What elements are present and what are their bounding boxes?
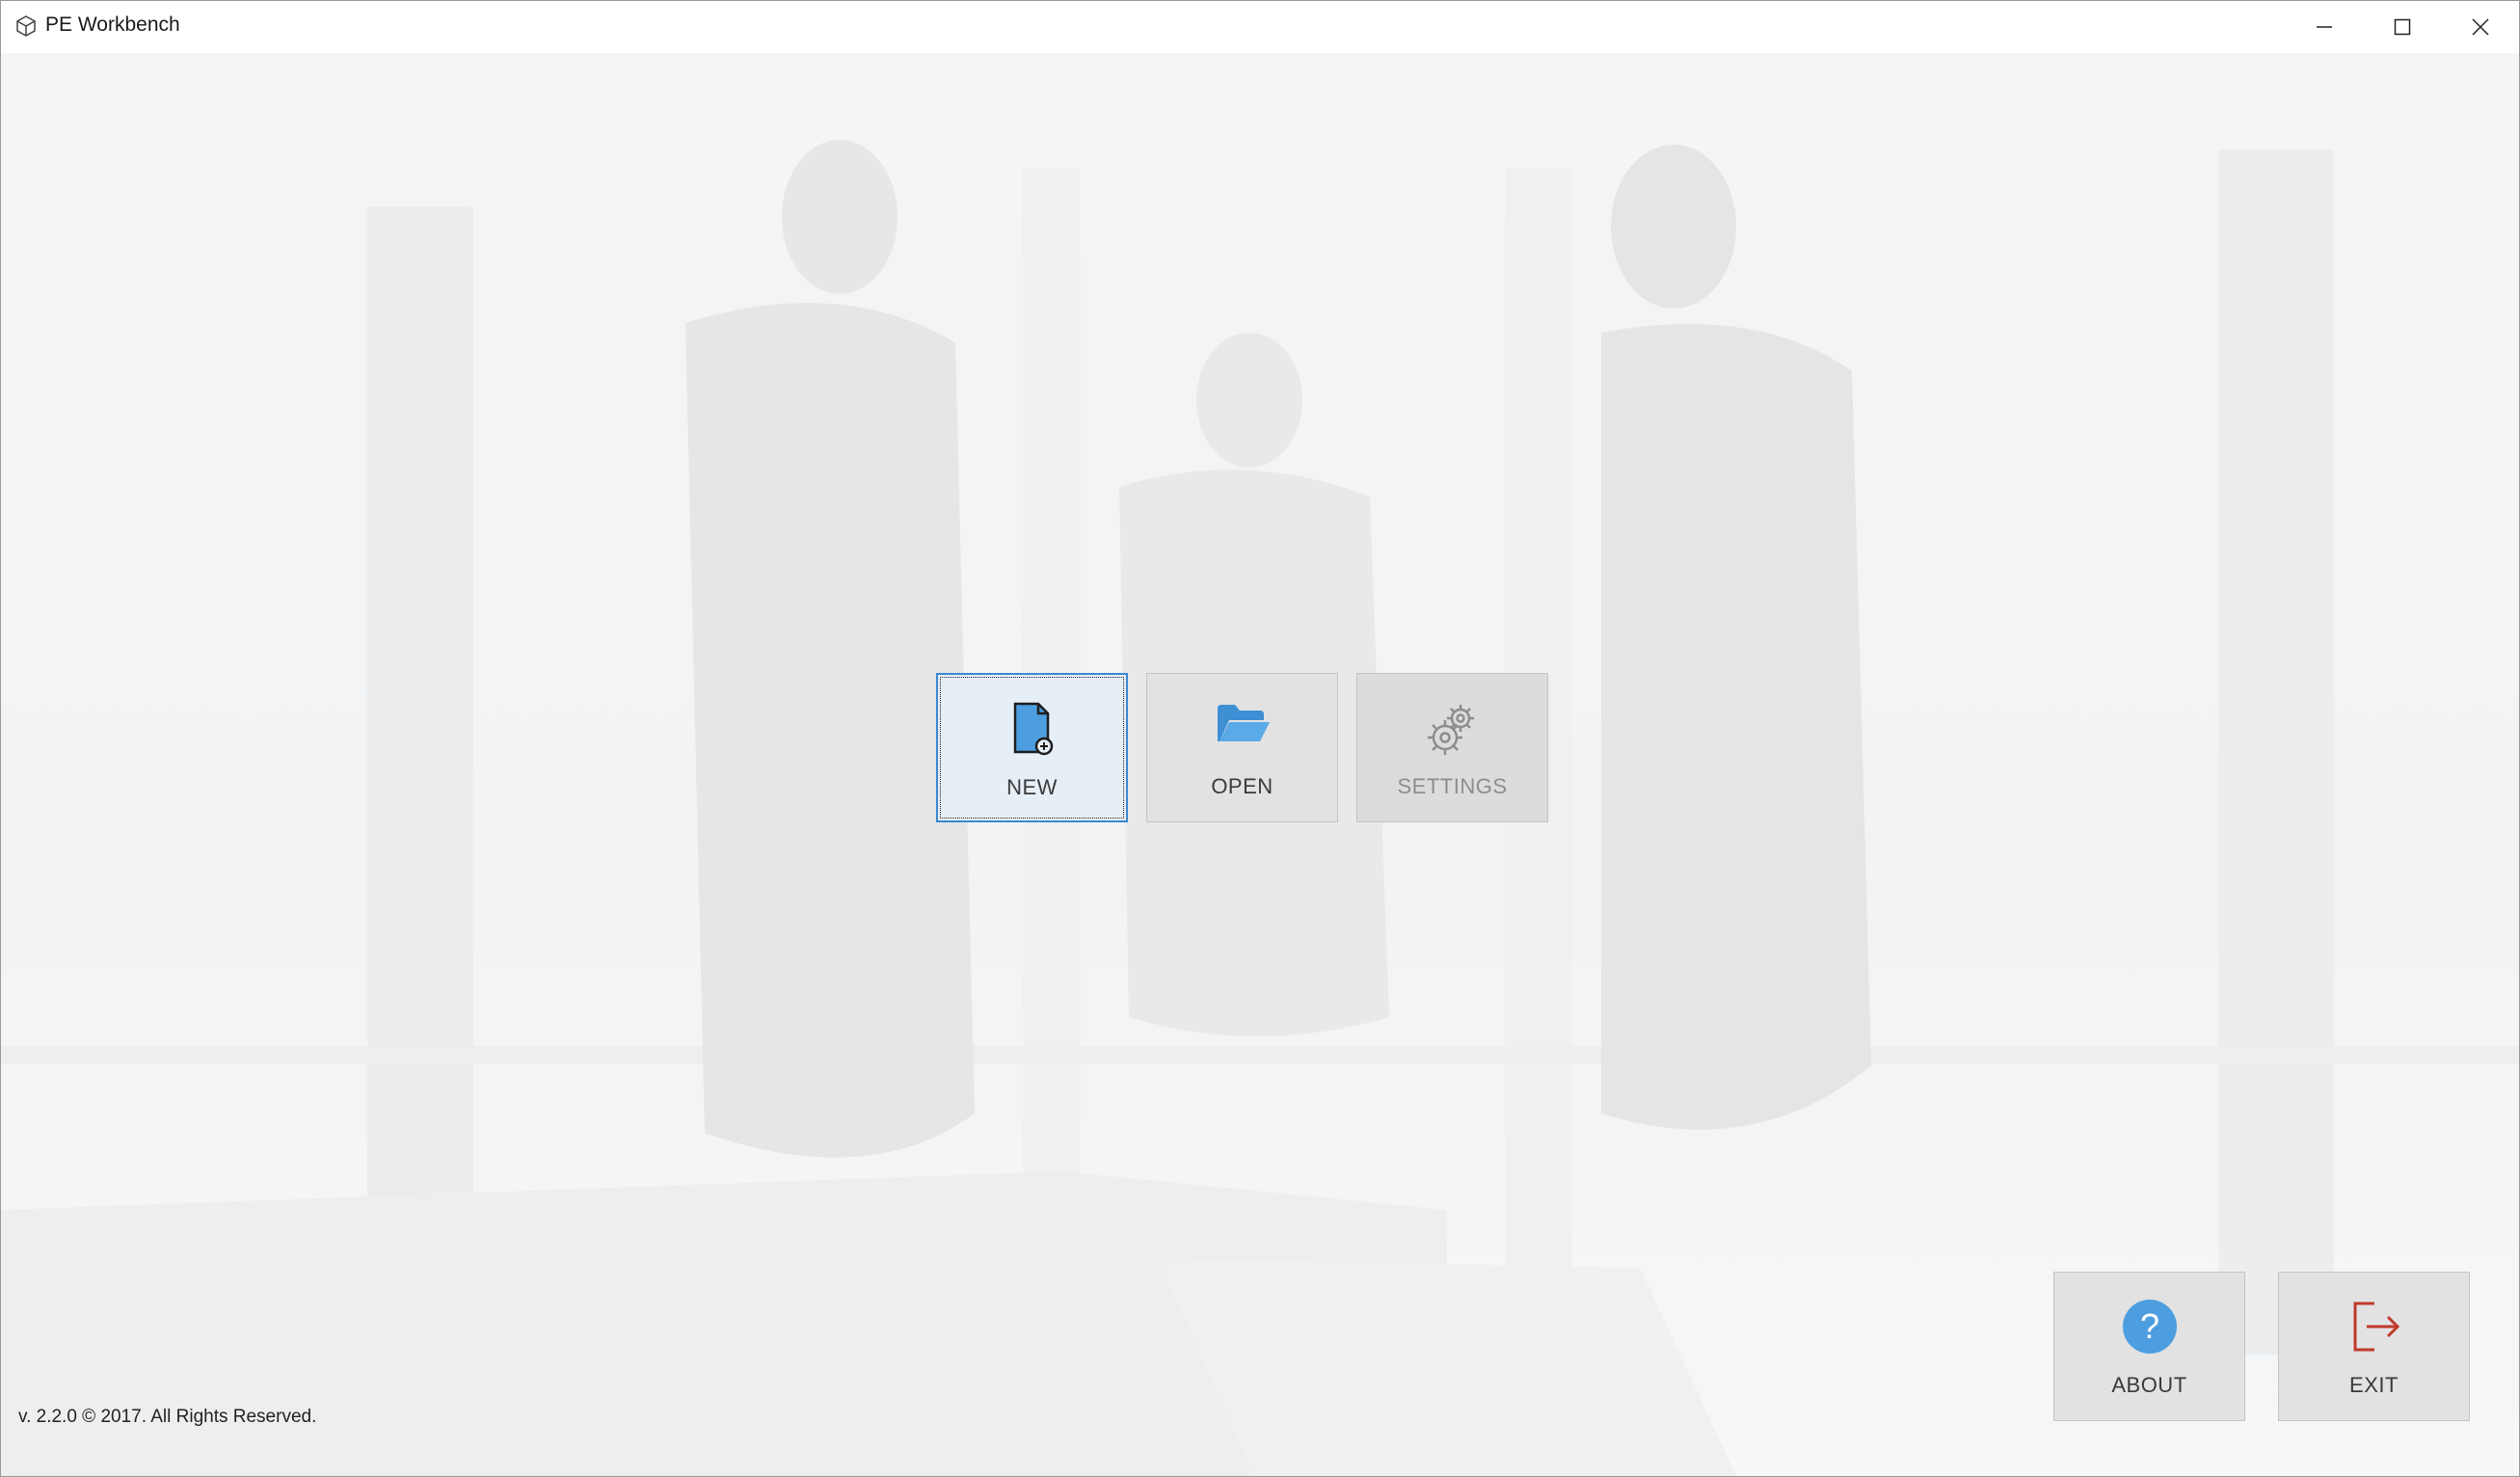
exit-icon bbox=[2353, 1302, 2399, 1352]
window-title: PE Workbench bbox=[45, 13, 180, 36]
minimize-icon bbox=[2317, 26, 2332, 28]
minimize-button[interactable] bbox=[2286, 1, 2363, 53]
new-button-label: NEW bbox=[1006, 775, 1058, 799]
version-text: v. 2.2.0 © 2017. All Rights Reserved. bbox=[18, 1407, 317, 1427]
cube-icon bbox=[14, 14, 38, 38]
open-button[interactable]: OPEN bbox=[1146, 673, 1338, 822]
settings-button-label: SETTINGS bbox=[1397, 774, 1508, 798]
new-button[interactable]: NEW bbox=[936, 673, 1128, 822]
settings-button[interactable]: SETTINGS bbox=[1356, 673, 1548, 822]
new-document-icon bbox=[1013, 702, 1053, 756]
maximize-button[interactable] bbox=[2364, 1, 2441, 53]
start-screen: NEW OPEN SETTINGS ? ABOUT EXIT v. 2.2.0 … bbox=[1, 53, 2519, 1476]
help-icon: ? bbox=[2122, 1300, 2177, 1354]
exit-button[interactable]: EXIT bbox=[2278, 1272, 2470, 1421]
title-bar[interactable]: PE Workbench bbox=[1, 1, 2519, 53]
close-button[interactable] bbox=[2442, 1, 2519, 53]
open-button-label: OPEN bbox=[1211, 774, 1273, 798]
about-button-label: ABOUT bbox=[2111, 1373, 2187, 1397]
close-icon bbox=[2472, 18, 2489, 36]
gears-icon bbox=[1427, 705, 1474, 755]
maximize-icon bbox=[2394, 18, 2411, 36]
exit-button-label: EXIT bbox=[2349, 1373, 2399, 1397]
folder-open-icon bbox=[1217, 705, 1270, 741]
about-button[interactable]: ? ABOUT bbox=[2053, 1272, 2245, 1421]
app-window: PE Workbench NEW OPEN SETTINGS ? ABOUT E… bbox=[0, 0, 2520, 1477]
svg-text:?: ? bbox=[2139, 1306, 2158, 1346]
